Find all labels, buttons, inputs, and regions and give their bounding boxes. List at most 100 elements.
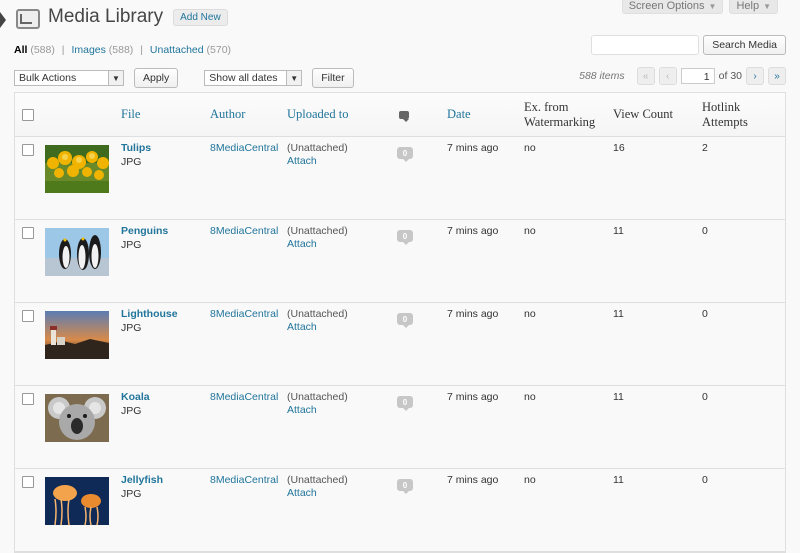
help-label: Help [736, 0, 760, 12]
watermark-cell: no [524, 308, 536, 320]
attachment-status: (Unattached) [287, 225, 348, 237]
table-header: File Author Uploaded to Date Ex. from Wa… [15, 93, 785, 137]
header-comments[interactable] [399, 93, 409, 136]
item-count: 588 items [579, 70, 625, 82]
comment-count-bubble[interactable]: 0 [397, 479, 413, 494]
view-count-cell: 11 [613, 225, 624, 237]
search-media-button[interactable]: Search Media [703, 35, 786, 55]
thumbnail-jellyfish[interactable] [45, 477, 109, 525]
attachment-status: (Unattached) [287, 391, 348, 403]
date-cell: 7 mins ago [447, 391, 499, 403]
admin-menu-arrow-icon [0, 12, 6, 28]
search-input[interactable] [591, 35, 700, 55]
comment-count-bubble[interactable]: 0 [397, 147, 413, 162]
dropdown-arrow-icon: ▼ [108, 71, 123, 85]
date-filter-label: Show all dates [209, 72, 278, 84]
view-count-cell: 11 [613, 391, 624, 403]
row-checkbox[interactable] [22, 310, 34, 322]
uploaded-to-cell: (Unattached) Attach [287, 142, 348, 167]
file-title[interactable]: Penguins [121, 225, 168, 237]
total-pages: of 30 [718, 70, 742, 82]
current-page-input[interactable]: 1 [680, 68, 715, 84]
author-link[interactable]: 8MediaCentral [210, 474, 278, 486]
view-count-cell: 11 [613, 308, 624, 320]
attach-link[interactable]: Attach [287, 404, 348, 416]
apply-button[interactable]: Apply [134, 68, 179, 88]
filter-button[interactable]: Filter [312, 68, 354, 88]
prev-page-button[interactable]: ‹ [658, 67, 677, 85]
row-checkbox-cell [22, 310, 34, 322]
author-link[interactable]: 8MediaCentral [210, 142, 278, 154]
media-library-icon [14, 5, 40, 29]
screen-options-label: Screen Options [628, 0, 705, 12]
attach-link[interactable]: Attach [287, 155, 348, 167]
author-link[interactable]: 8MediaCentral [210, 308, 278, 320]
author-link[interactable]: 8MediaCentral [210, 225, 278, 237]
row-checkbox-cell [22, 476, 34, 488]
uploaded-to-cell: (Unattached) Attach [287, 225, 348, 250]
filter-images-count: (588) [108, 44, 134, 56]
file-title[interactable]: Tulips [121, 142, 151, 154]
pagination: 588 items « ‹ 1 of 30 › » [579, 67, 786, 85]
row-checkbox[interactable] [22, 227, 34, 239]
header-uploaded-to[interactable]: Uploaded to [287, 93, 348, 136]
file-type: JPG [121, 488, 142, 500]
filter-unattached[interactable]: Unattached [150, 44, 204, 56]
header-date[interactable]: Date [447, 93, 471, 136]
attachment-status: (Unattached) [287, 308, 348, 320]
bulk-actions-select[interactable]: Bulk Actions ▼ [14, 70, 124, 86]
row-checkbox[interactable] [22, 393, 34, 405]
select-all-checkbox[interactable] [22, 108, 34, 121]
thumbnail-koala[interactable] [45, 394, 109, 442]
comment-count-bubble[interactable]: 0 [397, 313, 413, 328]
file-cell: Lighthouse JPG [121, 308, 178, 334]
select-all-cell [22, 93, 34, 136]
file-type: JPG [121, 239, 142, 251]
hotlink-cell: 0 [702, 474, 708, 486]
header-author[interactable]: Author [210, 93, 245, 136]
search-box: Search Media [591, 35, 786, 55]
watermark-cell: no [524, 474, 536, 486]
date-cell: 7 mins ago [447, 308, 499, 320]
add-new-button[interactable]: Add New [173, 8, 228, 26]
watermark-cell: no [524, 142, 536, 154]
attach-link[interactable]: Attach [287, 238, 348, 250]
date-filter-select[interactable]: Show all dates ▼ [204, 70, 303, 86]
file-type: JPG [121, 322, 142, 334]
file-type: JPG [121, 156, 142, 168]
filter-all[interactable]: All [14, 44, 27, 56]
filter-images[interactable]: Images [71, 44, 105, 56]
header-watermarking: Ex. from Watermarking [524, 99, 596, 129]
last-page-button[interactable]: » [768, 67, 786, 85]
filter-unattached-count: (570) [206, 44, 232, 56]
row-checkbox[interactable] [22, 144, 34, 156]
file-title[interactable]: Jellyfish [121, 474, 163, 486]
chevron-down-icon: ▼ [763, 2, 771, 11]
file-cell: Koala JPG [121, 391, 150, 417]
hotlink-cell: 0 [702, 225, 708, 237]
file-title[interactable]: Lighthouse [121, 308, 178, 320]
screen-options-tab[interactable]: Screen Options ▼ [621, 0, 724, 14]
thumbnail-lighthouse[interactable] [45, 311, 109, 359]
attach-link[interactable]: Attach [287, 321, 348, 333]
first-page-button[interactable]: « [636, 67, 655, 85]
help-tab[interactable]: Help ▼ [729, 0, 778, 14]
page-title: Media Library [48, 6, 164, 27]
file-cell: Jellyfish JPG [121, 474, 163, 500]
thumbnail-tulips[interactable] [45, 145, 109, 193]
row-checkbox-cell [22, 227, 34, 239]
next-page-button[interactable]: › [746, 67, 764, 85]
filter-all-count: (588) [30, 44, 55, 56]
header-file[interactable]: File [121, 93, 140, 136]
screen-meta-tabs: Screen Options ▼ Help ▼ [621, 0, 778, 14]
date-cell: 7 mins ago [447, 225, 499, 237]
file-title[interactable]: Koala [121, 391, 150, 403]
author-link[interactable]: 8MediaCentral [210, 391, 278, 403]
comment-count-bubble[interactable]: 0 [397, 230, 413, 245]
comment-count-bubble[interactable]: 0 [397, 396, 413, 411]
thumbnail-penguins[interactable] [45, 228, 109, 276]
row-checkbox[interactable] [22, 476, 34, 488]
media-filter-links: All (588) | Images (588) | Unattached (5… [14, 44, 231, 56]
attach-link[interactable]: Attach [287, 487, 348, 499]
chevron-down-icon: ▼ [708, 2, 717, 11]
